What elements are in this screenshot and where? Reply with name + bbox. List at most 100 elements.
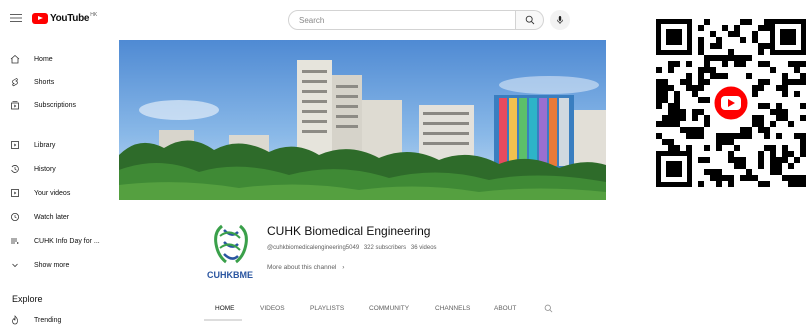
tab-community[interactable]: COMMUNITY xyxy=(369,305,409,312)
sidebar-item-label: Your videos xyxy=(34,189,71,197)
qr-module xyxy=(716,175,722,181)
qr-module xyxy=(704,55,710,61)
qr-module xyxy=(800,115,806,121)
qr-module xyxy=(704,61,710,67)
channel-search-icon[interactable] xyxy=(544,304,553,313)
qr-code xyxy=(652,15,810,191)
qr-module xyxy=(764,79,770,85)
your-videos-icon xyxy=(11,189,19,197)
qr-module xyxy=(734,55,740,61)
sidebar-item-history[interactable]: History xyxy=(10,162,56,176)
qr-module xyxy=(764,145,770,151)
qr-module xyxy=(740,127,746,133)
qr-module xyxy=(758,157,764,163)
qr-module xyxy=(758,127,764,133)
sidebar-item-label: Shorts xyxy=(34,78,55,86)
qr-module xyxy=(800,145,806,151)
qr-module xyxy=(776,169,782,175)
qr-module xyxy=(800,139,806,145)
qr-module xyxy=(698,133,704,139)
qr-module xyxy=(752,91,758,97)
qr-module xyxy=(758,25,764,31)
search-button[interactable] xyxy=(516,10,544,30)
qr-module xyxy=(704,79,710,85)
home-icon xyxy=(10,54,20,64)
voice-search-button[interactable] xyxy=(550,10,570,30)
tab-home[interactable]: HOME xyxy=(215,305,235,312)
qr-module xyxy=(776,163,782,169)
video-count: 36 videos xyxy=(410,245,437,251)
qr-module xyxy=(770,109,776,115)
channel-handle: @cuhkbiomedicalengineering5049 xyxy=(267,245,360,251)
qr-module xyxy=(764,181,770,187)
qr-module xyxy=(734,145,740,151)
more-about-link[interactable]: More about this channel › xyxy=(267,264,344,271)
qr-module xyxy=(662,139,668,145)
qr-module xyxy=(698,43,704,49)
qr-module xyxy=(698,85,704,91)
sidebar-item-library[interactable]: Library xyxy=(10,138,55,152)
qr-module xyxy=(782,175,788,181)
tab-videos[interactable]: VIDEOS xyxy=(260,305,285,312)
subscriber-count: 322 subscribers xyxy=(363,245,407,251)
qr-module xyxy=(740,133,746,139)
qr-module xyxy=(704,115,710,121)
qr-module xyxy=(692,85,698,91)
search-input[interactable]: Search xyxy=(288,10,516,30)
qr-module xyxy=(794,181,800,187)
sidebar-item-watch-later[interactable]: Watch later xyxy=(10,210,69,224)
qr-module xyxy=(740,37,746,43)
sidebar-item-shorts[interactable]: Shorts xyxy=(10,75,54,89)
qr-module xyxy=(686,79,692,85)
qr-module xyxy=(710,169,716,175)
qr-module xyxy=(662,85,668,91)
qr-module xyxy=(662,97,668,103)
more-about-label: More about this channel xyxy=(267,264,337,271)
sidebar-item-your-videos[interactable]: Your videos xyxy=(10,186,70,200)
tab-active-indicator xyxy=(204,319,242,321)
channel-meta: @cuhkbiomedicalengineering5049 322 subsc… xyxy=(267,245,440,251)
sidebar: YouTube HK Home Shorts Subscriptions Lib… xyxy=(0,0,120,325)
qr-module xyxy=(668,103,674,109)
qr-module xyxy=(770,169,776,175)
qr-module xyxy=(788,61,794,67)
youtube-wordmark: YouTube xyxy=(50,12,90,24)
qr-module xyxy=(800,133,806,139)
channel-avatar[interactable]: CUHKBME xyxy=(206,218,258,284)
qr-module xyxy=(662,121,668,127)
qr-module xyxy=(662,91,668,97)
qr-module xyxy=(734,133,740,139)
qr-module xyxy=(794,91,800,97)
qr-module xyxy=(716,169,722,175)
sidebar-item-trending[interactable]: Trending xyxy=(10,313,61,327)
qr-module xyxy=(674,109,680,115)
qr-module xyxy=(770,145,776,151)
qr-module xyxy=(764,127,770,133)
qr-module xyxy=(800,79,806,85)
tab-about[interactable]: ABOUT xyxy=(494,305,516,312)
qr-module xyxy=(710,43,716,49)
qr-module xyxy=(674,91,680,97)
tab-channels[interactable]: CHANNELS xyxy=(435,305,470,312)
sidebar-item-show-more[interactable]: Show more xyxy=(10,258,69,272)
qr-module xyxy=(794,175,800,181)
qr-module xyxy=(782,91,788,97)
qr-module xyxy=(710,55,716,61)
sidebar-item-home[interactable]: Home xyxy=(10,52,53,66)
qr-module xyxy=(746,133,752,139)
tab-playlists[interactable]: PLAYLISTS xyxy=(310,305,344,312)
qr-module xyxy=(728,55,734,61)
trending-icon xyxy=(12,315,18,325)
youtube-logo[interactable]: YouTube HK xyxy=(32,11,98,24)
qr-module xyxy=(782,79,788,85)
qr-module xyxy=(752,37,758,43)
sidebar-item-subscriptions[interactable]: Subscriptions xyxy=(10,98,76,112)
sidebar-item-playlist[interactable]: CUHK Info Day for ... xyxy=(10,234,100,248)
playlist-icon xyxy=(11,238,19,244)
qr-module xyxy=(764,25,770,31)
region-code: HK xyxy=(90,11,98,18)
qr-module xyxy=(662,115,668,121)
menu-icon[interactable] xyxy=(10,12,22,24)
sidebar-item-label: Trending xyxy=(34,316,62,324)
qr-module xyxy=(692,127,698,133)
